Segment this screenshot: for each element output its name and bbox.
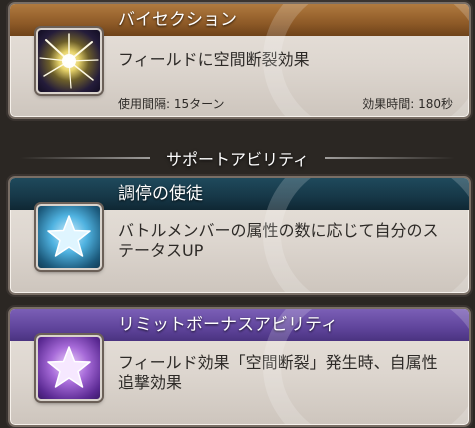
burst-icon bbox=[36, 28, 102, 94]
divider-line-right bbox=[325, 157, 455, 159]
ability-card[interactable]: バイセクション フィールドに空間断裂効果 使用間隔: 15ターン 効果時間: 1… bbox=[8, 2, 471, 119]
star-icon bbox=[36, 335, 102, 401]
ability-description: フィールドに空間断裂効果 bbox=[118, 50, 310, 69]
limit-bonus-ability-description: フィールド効果「空間断裂」発生時、自属性追撃効果 bbox=[118, 353, 438, 392]
support-ability-card[interactable]: 調停の使徒 バトルメンバーの属性の数に応じて自分のステータスUP bbox=[8, 176, 471, 295]
limit-bonus-ability-card[interactable]: リミットボーナスアビリティ フィールド効果「空間断裂」発生時、自属性追撃効果 bbox=[8, 307, 471, 427]
duration-text: 効果時間: 180秒 bbox=[362, 97, 453, 111]
cooldown-text: 使用間隔: 15ターン bbox=[118, 97, 225, 111]
star-icon bbox=[36, 204, 102, 270]
support-ability-description: バトルメンバーの属性の数に応じて自分のステータスUP bbox=[118, 221, 439, 260]
